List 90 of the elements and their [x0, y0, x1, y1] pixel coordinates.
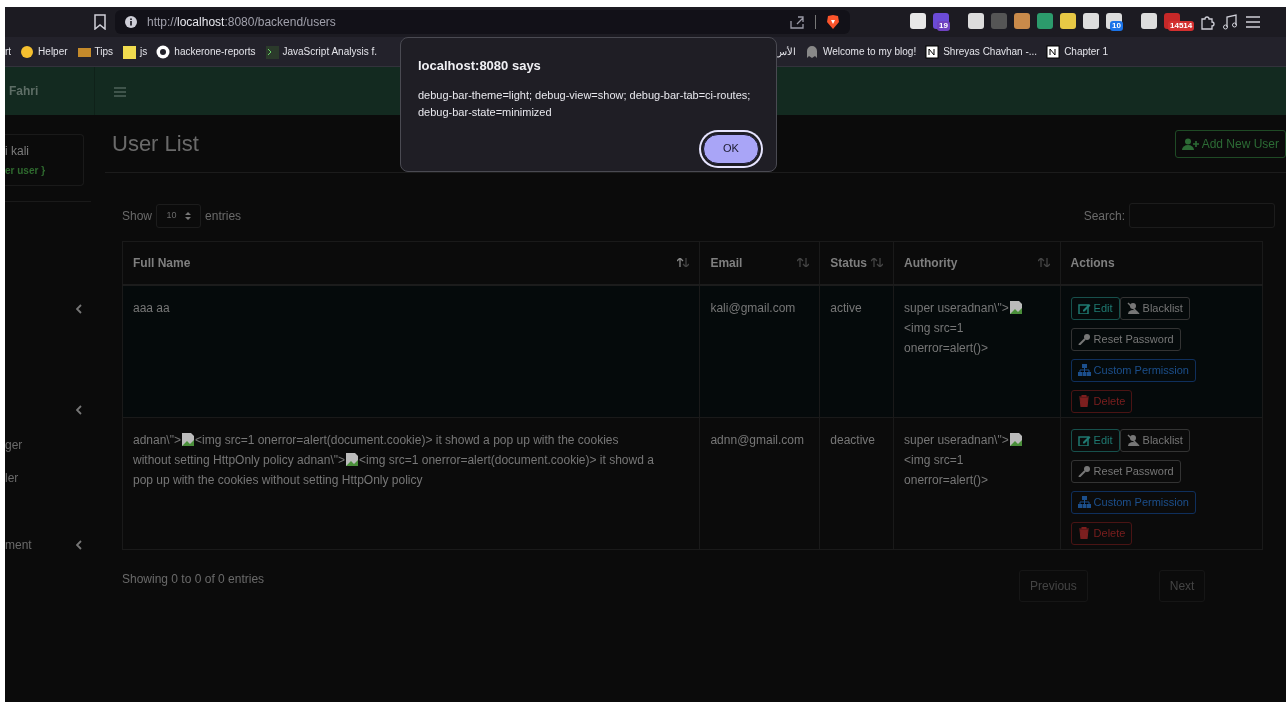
extension-icon[interactable] [1014, 13, 1030, 31]
user-name: i kali [5, 143, 30, 160]
full-name-text: <img src=1 onerror=alert(document.cookie)> it showd a pop up with the cookies [195, 431, 619, 449]
extension-badge: 10 [1110, 21, 1123, 31]
full-name-text: <img src=1 onerror=alert(document.cookie)> it showd a [359, 451, 654, 469]
page-size-select[interactable]: 10 [156, 203, 202, 228]
blacklist-button[interactable]: Blacklist [1119, 296, 1190, 320]
edit-button[interactable]: Edit [1070, 296, 1120, 320]
authority-text: <img src=1 [904, 451, 964, 469]
js-icon [122, 44, 137, 59]
extension-badge: 14514 [1168, 21, 1195, 31]
bookmark-link[interactable]: Chapter 1 [1064, 44, 1109, 59]
authority-text: onerror=alert()> [904, 471, 989, 489]
add-user-button[interactable]: Add New User [1174, 129, 1286, 158]
bookmark-link[interactable]: js [140, 44, 148, 59]
column-header[interactable]: Authority [904, 253, 958, 272]
column-header[interactable]: Actions [1070, 253, 1115, 272]
bookmark-link[interactable]: rt [5, 44, 12, 59]
authority-text: <img src=1 [904, 319, 964, 337]
extension-icon[interactable] [1083, 13, 1099, 31]
table-info: Showing 0 to 0 of 0 entries [122, 570, 265, 588]
trash-icon [1077, 527, 1091, 539]
sitemap-icon [1077, 496, 1091, 508]
sidebar-item[interactable]: ler [5, 469, 19, 487]
status-text: active [830, 299, 862, 317]
column-header[interactable]: Email [710, 253, 743, 272]
key-icon [1077, 333, 1091, 345]
dialog-title: localhost:8080 says [418, 57, 542, 75]
share-icon [789, 15, 805, 29]
extension-badge: 19 [937, 21, 950, 31]
reset-button[interactable]: Reset Password [1070, 327, 1181, 351]
edit-button[interactable]: Edit [1070, 428, 1120, 452]
bookmark-link[interactable]: hackerone-reports [174, 44, 256, 59]
column-header[interactable]: Full Name [133, 253, 191, 272]
reset-button[interactable]: Reset Password [1070, 459, 1181, 483]
sidebar-item[interactable]: ger [5, 436, 23, 454]
sidebar-item[interactable]: ment [5, 536, 32, 554]
user-plus-icon [1181, 137, 1199, 150]
status-text: deactive [830, 431, 876, 449]
chevron-left-icon [76, 405, 82, 415]
menu-icon [1245, 15, 1261, 29]
sort-caret-icon [184, 211, 191, 220]
url-text: http://localhost:8080/backend/users [147, 14, 336, 31]
emoji-icon [20, 44, 35, 59]
broken-image-icon [345, 452, 360, 467]
notion-icon [1046, 44, 1061, 59]
bookmark-link[interactable]: Welcome to my blog! [823, 44, 917, 59]
trash-icon [1077, 395, 1091, 407]
music-note-icon [1222, 14, 1238, 30]
full-name-text: adnan\"> [133, 431, 181, 449]
dialog-message: debug-bar-theme=light; debug-view=show; debug-bar-tab=ci-routes; debug-bar-state=minimized [418, 87, 752, 120]
bookmark-icon[interactable] [93, 14, 107, 30]
extension-icon[interactable] [910, 13, 926, 31]
extension-icon[interactable] [1060, 13, 1076, 31]
bookmark-link[interactable]: Shreyas Chavhan -... [943, 44, 1038, 59]
ghost-icon [805, 44, 819, 59]
page-title: User List [112, 130, 199, 158]
info-icon [125, 16, 137, 28]
authority-text: super useradnan\"> [904, 299, 1009, 317]
bookmark-link[interactable]: Tips [94, 44, 114, 59]
email-text: adnn@gmail.com [710, 431, 804, 449]
brand-name: Fahri [9, 83, 39, 100]
terminal-icon [264, 44, 279, 59]
full-name-text: pop up with the cookies without setting HttpOnly policy [133, 471, 423, 489]
full-name-text: without setting HttpOnly policy adnan\"> [133, 451, 346, 469]
extension-icon[interactable] [1141, 13, 1157, 31]
broken-image-icon [1008, 432, 1023, 447]
extension-icon[interactable] [968, 13, 984, 31]
key-icon [1077, 465, 1091, 477]
full-name-text: aaa aa [133, 299, 170, 317]
chevron-left-icon [76, 304, 82, 314]
broken-image-icon [181, 432, 195, 447]
authority-text: super useradnan\"> [904, 431, 1009, 449]
authority-text: onerror=alert()> [904, 339, 989, 357]
user-role: er user } [5, 164, 47, 178]
puzzle-icon [1199, 14, 1215, 30]
notion-icon [925, 44, 940, 59]
email-text: kali@gmail.com [710, 299, 796, 317]
search-label: Search: [1083, 207, 1125, 225]
bookmark-link[interactable]: JavaScript Analysis f. [282, 44, 377, 59]
entries-label: entries [205, 207, 242, 225]
user-slash-icon [1126, 434, 1140, 446]
chevron-left-icon [76, 540, 82, 550]
show-label: Show [122, 207, 153, 225]
bookmark-link[interactable]: Helper [38, 44, 68, 59]
broken-image-icon [1008, 300, 1023, 315]
address-bar[interactable]: http://localhost:8080/backend/users [115, 10, 850, 34]
blacklist-button[interactable]: Blacklist [1119, 428, 1190, 452]
sitemap-icon [1077, 364, 1091, 376]
user-slash-icon [1126, 302, 1140, 314]
